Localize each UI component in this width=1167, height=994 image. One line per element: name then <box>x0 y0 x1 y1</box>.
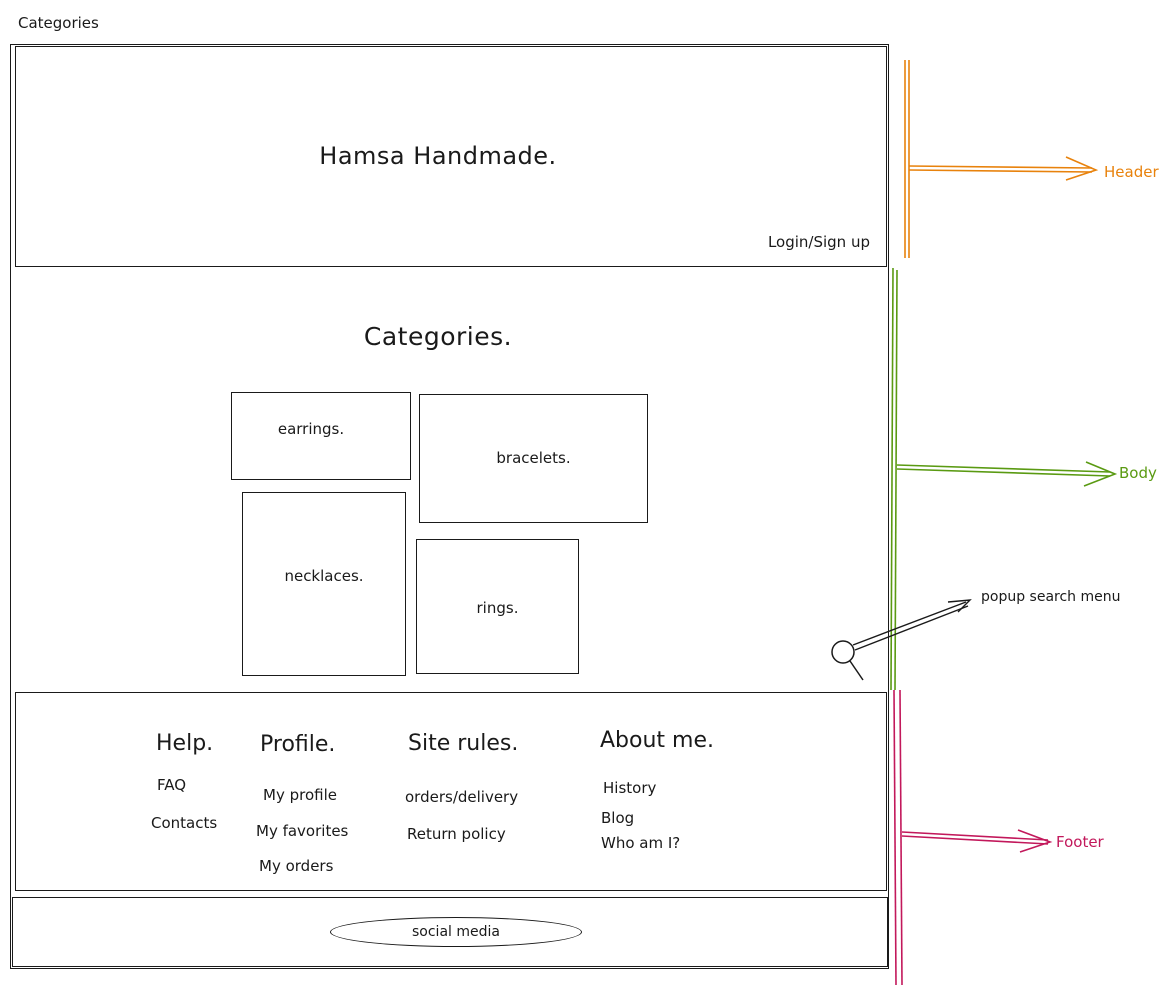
footer-annotation-arrow <box>893 689 1053 986</box>
body-annotation-arrow <box>890 267 1118 691</box>
body-annotation-label: Body <box>1119 464 1157 482</box>
annotation-overlay <box>831 60 1118 986</box>
footer-annotation-label: Footer <box>1056 833 1104 851</box>
search-annotation-label: popup search menu <box>981 589 1121 605</box>
header-annotation-arrow <box>904 60 1099 258</box>
search-annotation-arrow <box>852 599 972 651</box>
search-icon <box>831 640 864 681</box>
header-annotation-label: Header <box>1104 163 1159 181</box>
